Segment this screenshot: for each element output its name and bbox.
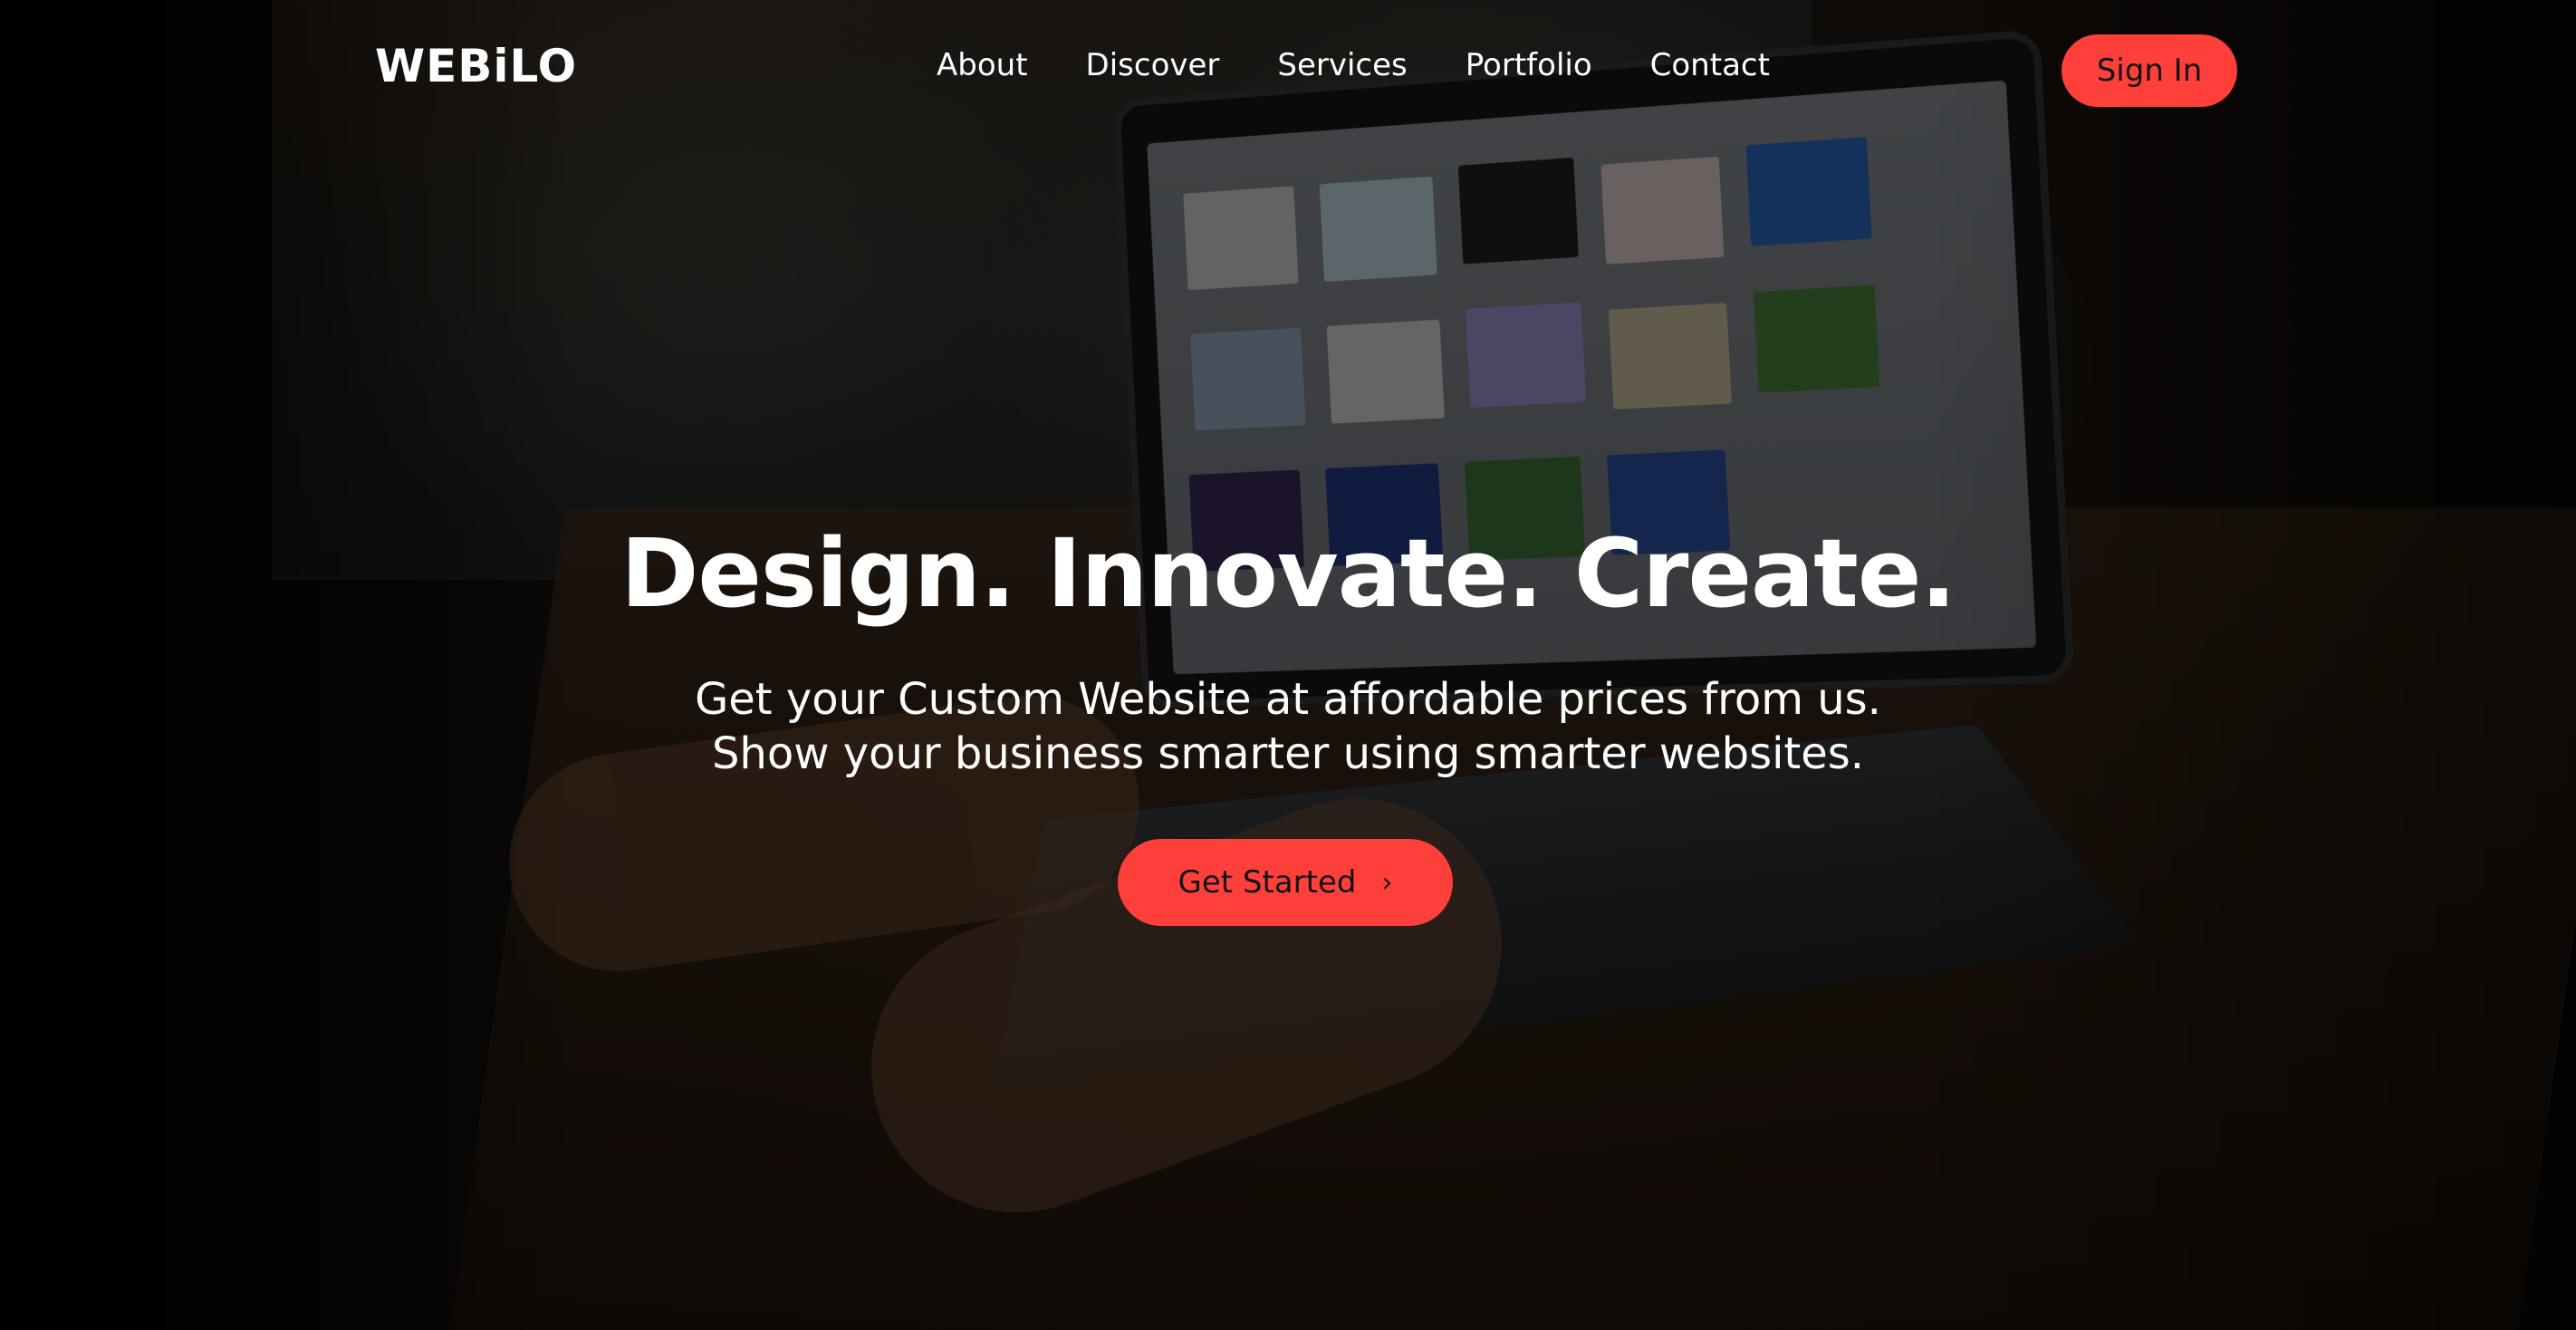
nav-link-discover[interactable]: Discover: [1086, 47, 1220, 83]
top-navbar: WEBiLO About Discover Services Portfolio…: [0, 0, 2576, 141]
nav-link-about[interactable]: About: [937, 47, 1028, 83]
nav-link-services[interactable]: Services: [1277, 47, 1407, 83]
hero-subtitle-line-2: Show your business smarter using smarter…: [711, 728, 1865, 779]
sign-in-button[interactable]: Sign In: [2062, 34, 2237, 107]
site-logo[interactable]: WEBiLO: [375, 40, 577, 92]
hero-section: WEBiLO About Discover Services Portfolio…: [0, 0, 2576, 1330]
nav-link-contact[interactable]: Contact: [1650, 47, 1770, 83]
nav-link-portfolio[interactable]: Portfolio: [1466, 47, 1592, 83]
get-started-label: Get Started: [1177, 864, 1357, 901]
dark-overlay: [0, 0, 2576, 1330]
hero-title: Design. Innovate. Create.: [620, 518, 1956, 629]
get-started-button[interactable]: Get Started ›: [1118, 839, 1453, 926]
chevron-right-icon: ›: [1381, 866, 1393, 899]
main-menu: About Discover Services Portfolio Contac…: [937, 47, 1770, 83]
hero-subtitle-line-1: Get your Custom Website at affordable pr…: [695, 674, 1881, 725]
hero-subtitle: Get your Custom Website at affordable pr…: [0, 672, 2576, 781]
